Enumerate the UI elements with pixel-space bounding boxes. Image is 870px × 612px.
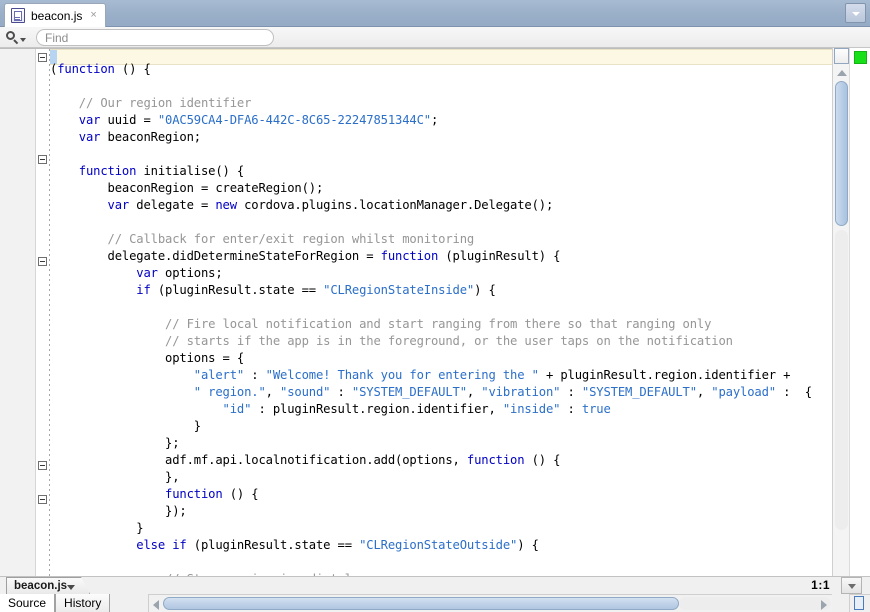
js-file-icon (11, 8, 25, 23)
code-line: } (193, 419, 201, 434)
ide-window: beacon.js × (function () { // Our region… (0, 0, 870, 612)
search-input[interactable] (36, 29, 274, 46)
code-editor[interactable]: (function () { // Our region identifier … (0, 48, 870, 576)
tab-history[interactable]: History (55, 594, 111, 612)
vertical-scrollbar-track[interactable] (835, 230, 848, 530)
code-line: delegate.didDetermineStateForRegion = fu… (107, 249, 561, 264)
fold-toggle-icon[interactable] (38, 461, 47, 470)
horizontal-scrollbar[interactable] (148, 594, 832, 612)
fold-toggle-icon[interactable] (38, 495, 47, 504)
chevron-down-icon (852, 12, 860, 16)
triangle-down-icon (20, 37, 26, 42)
scrollbar-top-cap (834, 48, 849, 64)
triangle-down-icon (848, 584, 856, 589)
scrollbar-corner (849, 594, 870, 612)
code-line: else if (pluginResult.state == "CLRegion… (136, 538, 539, 553)
editor-gutter[interactable] (0, 49, 36, 576)
find-toolbar (0, 27, 870, 48)
code-line: if (pluginResult.state == "CLRegionState… (136, 283, 496, 298)
caret-position-status: 1:1 (811, 578, 830, 592)
tab-history-label: History (64, 596, 102, 610)
fold-toggle-icon[interactable] (38, 257, 47, 266)
search-options-button[interactable] (6, 29, 34, 46)
code-line: }, (165, 470, 180, 485)
triangle-right-icon[interactable] (821, 600, 827, 610)
code-line: "alert" : "Welcome! Thank you for enteri… (193, 368, 791, 383)
close-icon[interactable]: × (88, 10, 96, 21)
triangle-left-icon[interactable] (153, 600, 159, 610)
triangle-down-icon (67, 585, 75, 590)
vertical-scrollbar-thumb[interactable] (835, 81, 848, 226)
document-tab-beacon-js[interactable]: beacon.js × (4, 3, 106, 27)
annotation-error-stripe[interactable] (849, 48, 870, 576)
horizontal-scrollbar-thumb[interactable] (163, 597, 679, 610)
code-line: beaconRegion = createRegion(); (107, 181, 324, 196)
editor-view-tabs: Source History (0, 594, 111, 612)
code-line: // Our region identifier (78, 96, 252, 111)
code-line: function initialise() { (78, 164, 245, 179)
code-line: adf.mf.api.localnotification.add(options… (165, 453, 561, 468)
code-line: options = { (165, 351, 245, 366)
editor-bottom-bar: beacon.js Source History 1:1 (0, 576, 870, 612)
tab-source-label: Source (8, 596, 47, 610)
code-line: // Callback for enter/exit region whilst… (107, 232, 475, 247)
code-line: }); (165, 504, 187, 519)
code-line: var beaconRegion; (78, 130, 201, 145)
code-line: var delegate = new cordova.plugins.locat… (107, 198, 554, 213)
code-line: var options; (136, 266, 223, 281)
navigator-tab-label: beacon.js (14, 580, 68, 592)
code-line: var uuid = "0AC59CA4-DFA6-442C-8C65-2224… (78, 113, 439, 128)
corner-indicator (854, 596, 864, 610)
document-tab-bar: beacon.js × (0, 0, 870, 27)
code-line: " region.", "sound" : "SYSTEM_DEFAULT", … (193, 385, 812, 400)
status-ok-square-icon[interactable] (854, 51, 867, 64)
code-text-area[interactable]: (function () { // Our region identifier … (50, 49, 832, 576)
status-dropdown-button[interactable] (841, 577, 862, 594)
triangle-up-icon[interactable] (837, 70, 847, 76)
code-line: (function () { (50, 62, 151, 77)
vertical-scrollbar[interactable] (832, 48, 849, 576)
fold-toggle-icon[interactable] (38, 53, 47, 62)
tab-source[interactable]: Source (0, 594, 56, 612)
code-line: } (136, 521, 144, 536)
code-line: // starts if the app is in the foregroun… (165, 334, 733, 349)
code-line: function () { (165, 487, 259, 502)
navigator-tab-beacon-js[interactable]: beacon.js (6, 577, 90, 594)
horizontal-scrollbar-track[interactable] (679, 597, 831, 610)
search-icon (6, 31, 19, 45)
document-tab-label: beacon.js (31, 8, 83, 23)
fold-toggle-icon[interactable] (38, 155, 47, 164)
code-line: }; (165, 436, 180, 451)
code-line: // Fire local notification and start ran… (165, 317, 712, 332)
code-line: "id" : pluginResult.region.identifier, "… (222, 402, 611, 417)
source-code: (function () { // Our region identifier … (50, 61, 832, 576)
tab-list-button[interactable] (845, 3, 866, 23)
